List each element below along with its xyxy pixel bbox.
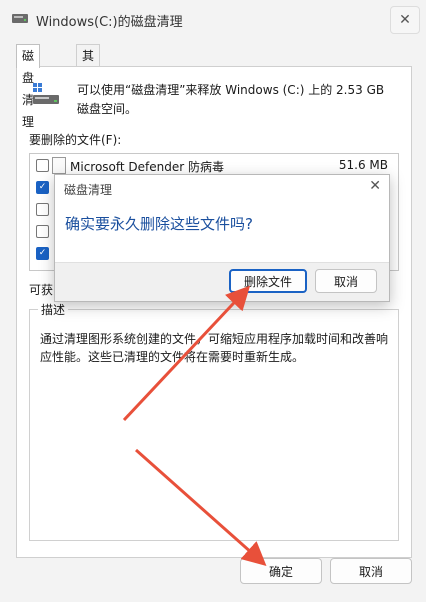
disk-cleanup-icon (12, 14, 28, 23)
dialog-close-icon[interactable]: ✕ (369, 178, 381, 194)
dialog-title: 磁盘清理 (64, 183, 113, 197)
main-panel: 可以使用“磁盘清理”来释放 Windows (C:) 上的 2.53 GB 磁盘… (16, 66, 412, 558)
checkbox[interactable]: ✓ (36, 247, 49, 260)
ok-button[interactable]: 确定 (240, 558, 322, 584)
window-close-button[interactable]: ✕ (390, 6, 420, 34)
checkbox[interactable] (36, 225, 49, 238)
drive-icon (33, 83, 59, 104)
list-item[interactable]: Microsoft Defender 防病毒 51.6 MB (30, 154, 398, 176)
confirm-dialog: 磁盘清理 ✕ 确实要永久删除这些文件吗? 删除文件 取消 (54, 174, 390, 302)
file-name: Microsoft Defender 防病毒 (70, 160, 225, 174)
checkbox[interactable] (36, 159, 49, 172)
checkbox[interactable] (36, 203, 49, 216)
title-bar: Windows(C:)的磁盘清理 ✕ (0, 0, 426, 38)
close-icon: ✕ (399, 12, 411, 28)
file-size: 51.6 MB (338, 158, 388, 172)
description-legend: 描述 (38, 301, 69, 318)
description-text: 通过清理图形系统创建的文件，可缩短应用程序加载时间和改善响应性能。这些已清理的文… (40, 332, 389, 364)
space-gain-label: 可获 (29, 283, 54, 297)
window-title: Windows(C:)的磁盘清理 (36, 15, 183, 30)
intro-text: 可以使用“磁盘清理”来释放 Windows (C:) 上的 2.53 GB 磁盘… (77, 83, 385, 116)
dialog-message: 确实要永久删除这些文件吗? (65, 215, 253, 233)
cancel-button[interactable]: 取消 (330, 558, 412, 584)
files-label: 要删除的文件(F): (29, 133, 122, 147)
description-group: 描述 通过清理图形系统创建的文件，可缩短应用程序加载时间和改善响应性能。这些已清… (29, 301, 399, 541)
file-icon (52, 157, 66, 174)
tab-disk-cleanup[interactable]: 磁盘清理 (16, 44, 41, 129)
tab-other-options[interactable]: 其他选项 (76, 44, 101, 129)
delete-files-button[interactable]: 删除文件 (229, 269, 307, 293)
dialog-cancel-button[interactable]: 取消 (315, 269, 377, 293)
checkbox[interactable]: ✓ (36, 181, 49, 194)
